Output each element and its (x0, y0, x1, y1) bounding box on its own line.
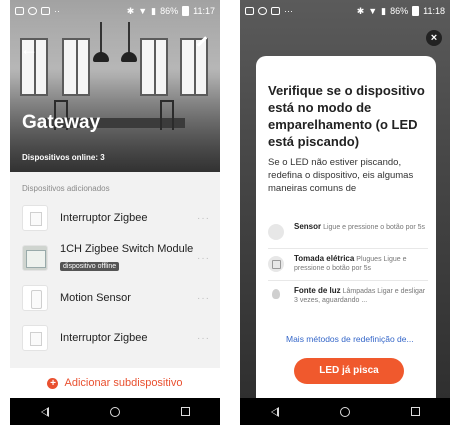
battery-icon (182, 6, 190, 16)
lamp-decor (121, 22, 137, 62)
more-reset-methods-link[interactable]: Mais métodos de redefinição de... (286, 334, 414, 344)
clock: 11:18 (423, 6, 445, 16)
section-label: Dispositivos adicionados (22, 184, 110, 193)
more-notifications-icon: ·· (54, 6, 60, 16)
sensor-icon (268, 224, 284, 240)
battery-level: 86% (390, 6, 409, 16)
more-notifications-icon: ··· (284, 6, 293, 16)
divider (268, 248, 428, 249)
add-subdevice-button[interactable]: + Adicionar subdispositivo (10, 368, 220, 398)
phone-pairing-dialog: ··· ✱ ▼ ▮ 86% 11:18 × Verifique se o dis… (240, 0, 450, 425)
chat-icon (258, 7, 267, 15)
page: ·· ✱ ▼ ▮ 86% 11:17 ← Gateway Dispositivo… (0, 0, 450, 425)
module-icon (22, 245, 48, 271)
device-name: Interruptor Zigbee (60, 212, 148, 224)
dialog-description: Se o LED não estiver piscando, redefina … (268, 157, 414, 194)
chat-icon (28, 7, 37, 15)
pairing-dialog: Verifique se o dispositivo está no modo … (256, 56, 436, 398)
device-name: Interruptor Zigbee (60, 332, 148, 344)
chair-decor (160, 100, 174, 130)
app-icon (41, 7, 50, 15)
status-bar: ·· ✱ ▼ ▮ 86% 11:17 (10, 0, 220, 22)
list-item[interactable]: Motion Sensor ··· (22, 281, 210, 315)
system-nav-bar (240, 398, 450, 425)
signal-icon: ▮ (151, 5, 157, 16)
bluetooth-icon: ✱ (126, 5, 135, 16)
notification-icon (15, 7, 24, 15)
nav-back-icon[interactable] (40, 406, 49, 417)
online-count: Dispositivos online: 3 (22, 153, 105, 162)
lamp-decor (93, 22, 109, 62)
nav-back-icon[interactable] (270, 406, 279, 417)
method-desc: Ligue e pressione o botão por 5s (323, 224, 426, 231)
window-decor (140, 38, 168, 96)
reset-method-light[interactable]: Fonte de luz Lâmpadas Ligar e desligar 3… (268, 286, 428, 316)
device-name: Motion Sensor (60, 292, 131, 304)
back-arrow-icon[interactable]: ← (20, 40, 38, 58)
sensor-icon (22, 285, 48, 311)
phone-gateway-screen: ·· ✱ ▼ ▮ 86% 11:17 ← Gateway Dispositivo… (10, 0, 220, 425)
page-title: Gateway (22, 112, 101, 133)
wifi-icon: ▼ (368, 6, 378, 16)
close-button[interactable]: × (426, 30, 442, 46)
system-nav-bar (10, 398, 220, 425)
status-badge: dispositivo offline (60, 262, 120, 271)
app-icon (271, 7, 280, 15)
plus-icon: + (47, 377, 59, 389)
method-title: Tomada elétrica (294, 254, 355, 263)
nav-recents-icon[interactable] (180, 407, 190, 416)
method-title: Fonte de luz (294, 286, 341, 295)
bluetooth-icon: ✱ (356, 5, 365, 16)
led-blinking-button[interactable]: LED já pisca (294, 358, 404, 384)
switch-icon (22, 325, 48, 351)
more-icon[interactable]: ··· (197, 253, 210, 264)
list-item[interactable]: Interruptor Zigbee ··· (22, 201, 210, 235)
clock: 11:17 (193, 6, 215, 16)
battery-level: 86% (160, 6, 179, 16)
list-item[interactable]: Interruptor Zigbee ··· (22, 321, 210, 355)
window-decor (180, 38, 208, 96)
window-decor (62, 38, 90, 96)
nav-home-icon[interactable] (339, 406, 350, 417)
more-icon[interactable]: ··· (197, 293, 210, 304)
switch-icon (22, 205, 48, 231)
more-icon[interactable]: ··· (197, 333, 210, 344)
plug-icon (268, 256, 284, 272)
wifi-icon: ▼ (138, 6, 148, 16)
more-icon[interactable]: ··· (197, 213, 210, 224)
dialog-title: Verifique se o dispositivo está no modo … (268, 83, 425, 149)
gateway-hero-image (10, 0, 220, 172)
divider (268, 280, 428, 281)
notification-icon (245, 7, 254, 15)
method-title: Sensor (294, 222, 322, 231)
device-name: 1CH Zigbee Switch Module (60, 243, 194, 255)
bulb-icon (268, 288, 284, 304)
status-bar: ··· ✱ ▼ ▮ 86% 11:18 (240, 0, 450, 22)
add-subdevice-label: Adicionar subdispositivo (64, 377, 183, 389)
list-item[interactable]: 1CH Zigbee Switch Module dispositivo off… (22, 241, 210, 275)
battery-icon (412, 6, 420, 16)
nav-home-icon[interactable] (109, 406, 120, 417)
nav-recents-icon[interactable] (410, 407, 420, 416)
signal-icon: ▮ (381, 5, 387, 16)
